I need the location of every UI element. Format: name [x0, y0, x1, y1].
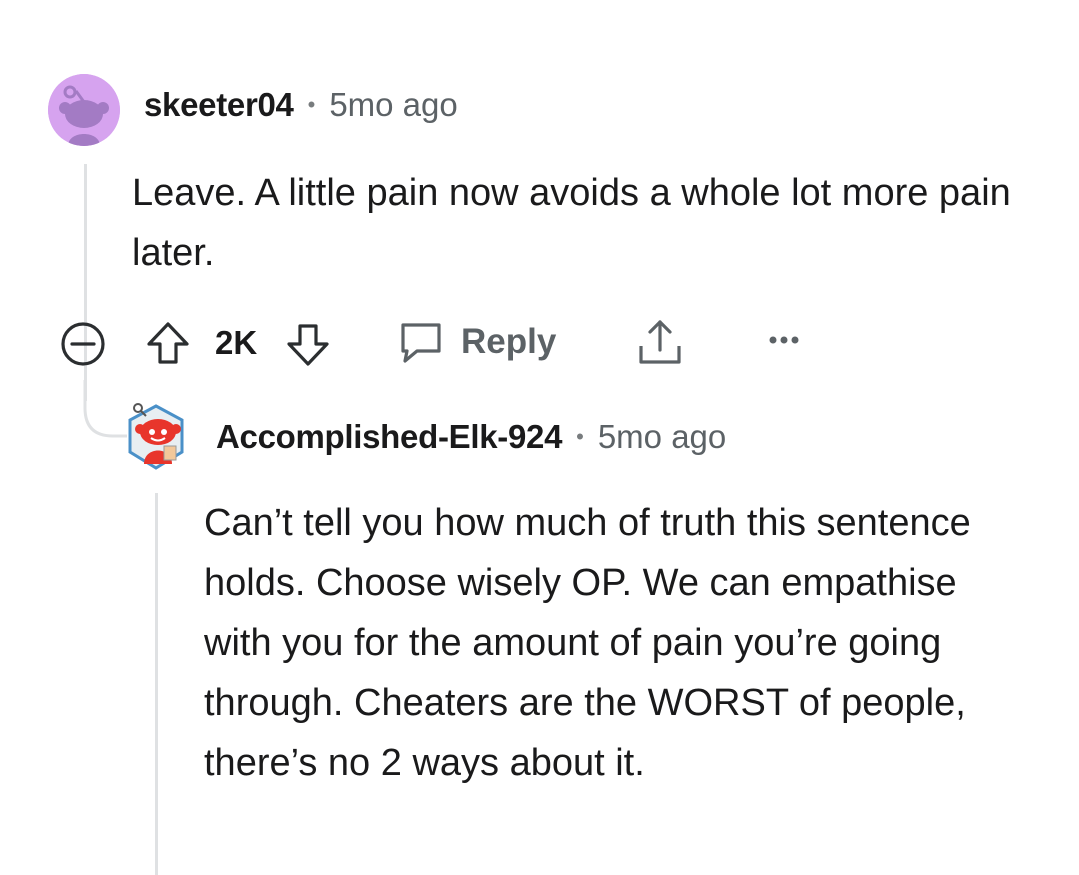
upvote-arrow-icon: [147, 322, 189, 364]
avatar[interactable]: [48, 74, 120, 146]
collapse-icon: [61, 322, 105, 366]
separator-dot: •: [576, 424, 584, 449]
snoo-avatar-icon: [128, 403, 184, 470]
reply-thread-line[interactable]: [155, 493, 158, 875]
comment-body: Leave. A little pain now avoids a whole …: [132, 172, 1011, 274]
comment-action-bar: 2K Reply: [57, 314, 817, 374]
snoo-avatar-icon: [48, 74, 120, 146]
downvote-arrow-icon: [287, 324, 329, 366]
more-options-button[interactable]: [767, 332, 803, 353]
username[interactable]: skeeter04: [144, 86, 294, 124]
reply-button[interactable]: Reply: [397, 318, 556, 366]
upvote-button[interactable]: [145, 318, 191, 375]
share-button[interactable]: [635, 316, 685, 373]
reply-body: Can’t tell you how much of truth this se…: [204, 502, 971, 784]
speech-bubble-icon: [401, 323, 441, 363]
thread-connector: [83, 380, 127, 438]
timestamp[interactable]: 5mo ago: [329, 86, 457, 124]
reply-label: Reply: [461, 322, 557, 361]
collapse-button[interactable]: [57, 322, 109, 379]
share-icon: [639, 320, 681, 364]
comment-header: skeeter04 • 5mo ago: [144, 86, 458, 124]
reply-username[interactable]: Accomplished-Elk-924: [216, 418, 562, 456]
reply-header: Accomplished-Elk-924 • 5mo ago: [216, 418, 726, 456]
separator-dot: •: [307, 92, 316, 117]
reply-timestamp[interactable]: 5mo ago: [598, 418, 726, 456]
downvote-button[interactable]: [285, 318, 331, 375]
reply-avatar[interactable]: [124, 402, 188, 472]
vote-count: 2K: [215, 324, 258, 361]
more-dots-icon: [769, 336, 799, 344]
